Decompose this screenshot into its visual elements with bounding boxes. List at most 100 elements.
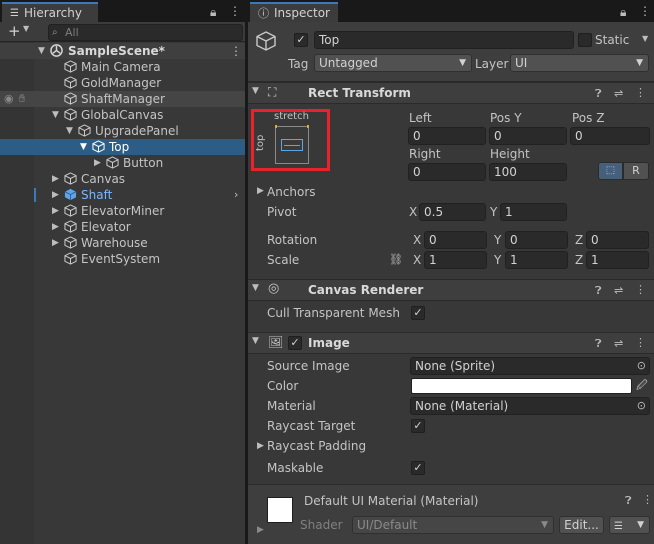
list-item[interactable]: ▼ SampleScene* ⋮ (0, 43, 245, 59)
help-icon[interactable]: ❓︎ (595, 337, 602, 351)
blueprint-mode-button[interactable]: ⬚ (598, 162, 623, 180)
list-item[interactable]: ▼ UpgradePanel (0, 123, 245, 139)
fold-closed-icon[interactable]: ▶ (52, 187, 59, 203)
list-item[interactable]: ▶ ElevatorMiner (0, 203, 245, 219)
tab-hierarchy[interactable]: ☰ Hierarchy (2, 2, 98, 22)
object-picker-icon[interactable]: ⊙ (637, 358, 646, 374)
edit-shader-button[interactable]: Edit... (559, 516, 604, 534)
list-item[interactable]: EventSystem (0, 251, 245, 267)
fold-closed-icon[interactable]: ▶ (52, 219, 59, 235)
fold-closed-icon[interactable]: ▶ (52, 203, 59, 219)
rect-transform-header[interactable]: ▼ ⛶ Rect Transform ❓︎ ⇌ ⋮ (248, 82, 654, 104)
list-item[interactable]: ◉ ✋︎ ShaftManager (0, 91, 245, 107)
pivot-y-field[interactable]: 1 (500, 203, 567, 221)
hierarchy-panel: + ▼ ⌕ All ▼ SampleScene* ⋮ Main Camera G… (0, 22, 245, 544)
stretch-icon (281, 139, 303, 151)
list-item-selected[interactable]: ▼ Top (0, 139, 245, 155)
more-menu-icon[interactable]: ⋮ (229, 5, 241, 17)
more-menu-icon[interactable]: ⋮ (639, 5, 651, 17)
list-item[interactable]: Main Camera (0, 59, 245, 75)
shader-options-button[interactable]: ☰ ▼ (609, 516, 650, 534)
lock-icon[interactable]: 🔒︎ (620, 6, 626, 18)
fold-open-icon[interactable]: ▼ (38, 43, 45, 59)
cull-transparent-mesh-checkbox[interactable]: ✓ (411, 306, 425, 320)
fold-open-icon[interactable]: ▼ (252, 86, 259, 96)
raycast-padding-label[interactable]: Raycast Padding (267, 438, 366, 454)
eyedropper-icon[interactable]: 🖉︎ (636, 379, 648, 393)
pickable-hand-icon[interactable]: ✋︎ (19, 91, 25, 107)
fold-closed-icon[interactable]: ▶ (257, 525, 264, 535)
fold-open-icon[interactable]: ▼ (66, 123, 73, 139)
visibility-eye-icon[interactable]: ◉ (4, 91, 14, 107)
list-item[interactable]: ▼ GlobalCanvas (0, 107, 245, 123)
list-item[interactable]: ▶ Elevator (0, 219, 245, 235)
list-item[interactable]: ▶ Button (0, 155, 245, 171)
list-item[interactable]: ▶ Shaft › (0, 187, 245, 203)
chevron-down-icon[interactable]: ▼ (642, 34, 648, 43)
more-menu-icon[interactable]: ⋮ (635, 86, 646, 100)
pivot-x-field[interactable]: 0.5 (419, 203, 486, 221)
active-checkbox[interactable]: ✓ (294, 33, 308, 47)
presets-icon[interactable]: ⇌ (614, 337, 623, 351)
presets-icon[interactable]: ⇌ (614, 87, 623, 101)
add-icon[interactable]: + (8, 23, 21, 39)
source-image-field[interactable]: None (Sprite) ⊙ (410, 357, 650, 375)
rotation-x-field[interactable]: 0 (424, 231, 487, 249)
z-label: Z (575, 233, 584, 247)
tag-dropdown[interactable]: Untagged ▼ (314, 54, 472, 72)
layer-dropdown[interactable]: UI ▼ (510, 54, 649, 72)
posy-field[interactable]: 0 (489, 127, 567, 145)
scale-z-field[interactable]: 1 (586, 251, 649, 269)
tab-inspector[interactable]: ⓘ Inspector (250, 2, 338, 22)
fold-open-icon[interactable]: ▼ (52, 107, 59, 123)
scale-x-field[interactable]: 1 (424, 251, 487, 269)
height-field[interactable]: 100 (489, 163, 567, 181)
lock-icon[interactable]: 🔒︎ (210, 6, 216, 18)
image-header[interactable]: ▼ 🖼︎ ✓ Image ❓︎ ⇌ ⋮ (248, 332, 654, 354)
rotation-y-field[interactable]: 0 (505, 231, 568, 249)
static-checkbox[interactable] (578, 33, 592, 47)
raw-edit-button[interactable]: R (623, 162, 649, 180)
fold-open-icon[interactable]: ▼ (80, 139, 87, 155)
anchor-preset-button[interactable] (275, 125, 309, 164)
object-name-field[interactable]: Top (314, 31, 574, 49)
chevron-down-icon[interactable]: ▼ (23, 24, 29, 33)
maskable-checkbox[interactable]: ✓ (411, 461, 425, 475)
fold-open-icon[interactable]: ▼ (252, 336, 259, 346)
more-menu-icon[interactable]: ⋮ (230, 43, 242, 59)
chevron-down-icon: ▼ (636, 58, 643, 68)
posz-field[interactable]: 0 (570, 127, 650, 145)
presets-icon[interactable]: ⇌ (614, 284, 623, 298)
image-enabled-checkbox[interactable]: ✓ (288, 336, 302, 350)
raycast-target-checkbox[interactable]: ✓ (411, 419, 425, 433)
color-swatch[interactable] (411, 378, 632, 394)
fold-closed-icon[interactable]: ▶ (94, 155, 101, 171)
fold-closed-icon[interactable]: ▶ (257, 186, 264, 196)
help-icon[interactable]: ❓︎ (595, 87, 602, 101)
more-menu-icon[interactable]: ⋮ (635, 336, 646, 350)
left-field[interactable]: 0 (408, 127, 486, 145)
more-menu-icon[interactable]: ⋮ (642, 493, 653, 507)
help-icon[interactable]: ❓︎ (595, 284, 602, 298)
chevron-right-icon[interactable]: › (234, 187, 238, 203)
list-item[interactable]: ▶ Canvas (0, 171, 245, 187)
fold-open-icon[interactable]: ▼ (252, 283, 259, 293)
scale-y-field[interactable]: 1 (505, 251, 568, 269)
material-field[interactable]: None (Material) ⊙ (410, 397, 650, 415)
list-item[interactable]: GoldManager (0, 75, 245, 91)
fold-closed-icon[interactable]: ▶ (52, 235, 59, 251)
more-menu-icon[interactable]: ⋮ (635, 283, 646, 297)
search-input[interactable]: ⌕ All (48, 24, 243, 41)
canvas-renderer-header[interactable]: ▼ ◎ Canvas Renderer ❓︎ ⇌ ⋮ (248, 279, 654, 301)
fold-closed-icon[interactable]: ▶ (52, 171, 59, 187)
fold-closed-icon[interactable]: ▶ (257, 441, 264, 451)
help-icon[interactable]: ❓︎ (625, 494, 632, 508)
material-preview-swatch[interactable] (267, 497, 293, 523)
link-icon[interactable]: ⛓︎ (389, 253, 403, 267)
right-field[interactable]: 0 (408, 163, 486, 181)
shader-dropdown[interactable]: UI/Default ▼ (352, 516, 554, 534)
object-picker-icon[interactable]: ⊙ (637, 398, 646, 414)
list-item[interactable]: ▶ Warehouse (0, 235, 245, 251)
anchors-label[interactable]: Anchors (267, 184, 316, 200)
rotation-z-field[interactable]: 0 (586, 231, 649, 249)
